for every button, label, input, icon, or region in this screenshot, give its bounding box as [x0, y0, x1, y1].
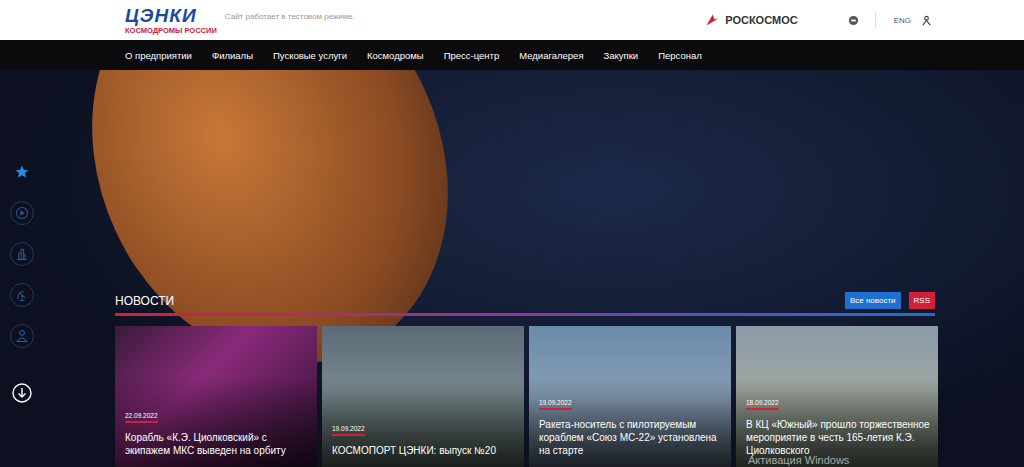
news-date: 19.09.2022 — [539, 399, 572, 410]
antenna-icon — [14, 287, 30, 303]
news-header: НОВОСТИ Все новости RSS — [115, 292, 935, 309]
language-switch[interactable]: ENG — [894, 16, 911, 25]
news-title: НОВОСТИ — [115, 293, 174, 309]
nav-item[interactable]: Персонал — [658, 50, 702, 61]
news-title-link[interactable]: КОСМОПОРТ ЦЭНКИ: выпуск №20 — [332, 444, 516, 457]
logo-subtitle: КОСМОДРОМЫ РОССИИ — [125, 27, 217, 35]
nav-item[interactable]: Закупки — [604, 50, 639, 61]
side-menu-item[interactable] — [10, 324, 34, 348]
roscosmos-link[interactable]: РОСКОСМОС — [704, 12, 797, 28]
news-button[interactable]: Все новости — [845, 292, 901, 309]
news-section: НОВОСТИ Все новости RSS 22.09.2022 Корабл… — [115, 70, 935, 467]
roscosmos-icon — [704, 12, 720, 28]
person-icon — [14, 328, 30, 344]
hero: НОВОСТИ Все новости RSS 22.09.2022 Корабл… — [0, 70, 1024, 467]
side-menu-item[interactable] — [10, 283, 34, 307]
nav-item[interactable]: Медиагалерея — [519, 50, 583, 61]
side-menu-item[interactable] — [10, 242, 34, 266]
news-title-link[interactable]: Ракета-носитель с пилотируемым кораблем … — [539, 418, 723, 457]
news-date: 18.09.2022 — [746, 399, 779, 410]
top-bar: ЦЭНКИ КОСМОДРОМЫ РОССИИ Сайт работает в … — [0, 0, 1024, 40]
news-date: 22.09.2022 — [125, 412, 158, 423]
news-date: 19.09.2022 — [332, 425, 365, 436]
separator — [875, 12, 876, 28]
side-menu-item[interactable] — [10, 160, 34, 184]
nav-item[interactable]: Космодромы — [367, 50, 424, 61]
page: ЦЭНКИ КОСМОДРОМЫ РОССИИ Сайт работает в … — [0, 0, 1024, 467]
news-title-link[interactable]: Корабль «К.Э. Циолковский» с экипажем МК… — [125, 431, 309, 457]
news-list: 22.09.2022 Корабль «К.Э. Циолковский» с … — [115, 326, 935, 467]
side-menu — [10, 160, 34, 404]
logo[interactable]: ЦЭНКИ КОСМОДРОМЫ РОССИИ — [125, 6, 217, 35]
news-card[interactable]: 19.09.2022 Ракета-носитель с пилотируемы… — [529, 326, 731, 467]
accessibility-icon[interactable] — [848, 15, 859, 26]
windows-watermark: Активация Windows — [748, 454, 849, 467]
play-icon — [14, 205, 30, 221]
news-card[interactable]: 18.09.2022 В КЦ «Южный» прошло торжестве… — [736, 326, 938, 467]
news-button[interactable]: RSS — [909, 292, 935, 309]
building-icon — [14, 246, 30, 262]
logo-title: ЦЭНКИ — [125, 6, 217, 25]
main-nav: О предприятии Филиалы Пусковые услуги Космо… — [0, 40, 1024, 70]
nav-item[interactable]: Пусковые услуги — [273, 50, 347, 61]
divider — [115, 313, 935, 316]
star-icon — [14, 164, 30, 180]
partner-name: РОСКОСМОС — [725, 14, 797, 26]
news-card[interactable]: 19.09.2022 КОСМОПОРТ ЦЭНКИ: выпуск №20 — [322, 326, 524, 467]
news-card[interactable]: 22.09.2022 Корабль «К.Э. Циолковский» с … — [115, 326, 317, 467]
news-title-link[interactable]: В КЦ «Южный» прошло торжественное меропр… — [746, 418, 930, 457]
nav-item[interactable]: Пресс-центр — [444, 50, 500, 61]
nav-item[interactable]: О предприятии — [125, 50, 192, 61]
user-icon[interactable] — [921, 15, 932, 26]
nav-item[interactable]: Филиалы — [212, 50, 253, 61]
scroll-down-icon[interactable] — [11, 382, 33, 404]
test-notice: Сайт работает в тестовом режиме. — [225, 12, 355, 21]
side-menu-item[interactable] — [10, 201, 34, 225]
